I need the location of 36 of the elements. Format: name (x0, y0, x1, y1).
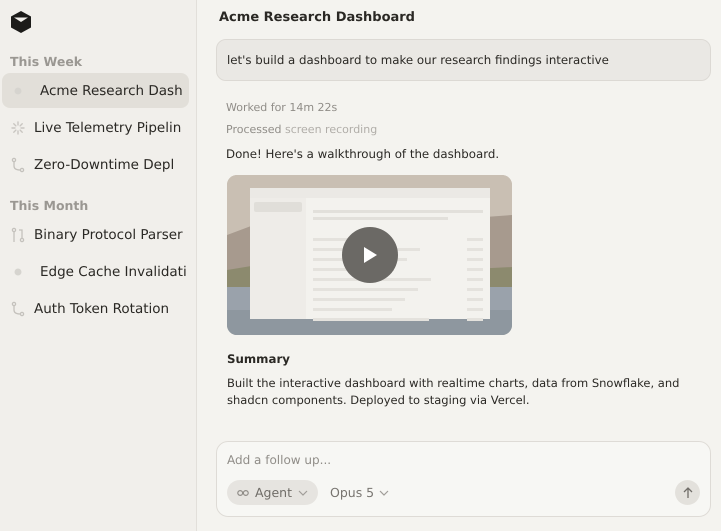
chat-title: Zero-Downtime Depl (34, 156, 174, 172)
chat-title: Acme Research Dash (40, 82, 183, 98)
model-dropdown[interactable]: Opus 5 (326, 485, 394, 500)
summary-text: Built the interactive dashboard with realtime charts, data from Snowflake, and shadcn components. Deployed to staging via Vercel. (227, 375, 680, 409)
infinity-icon (237, 488, 249, 496)
chevron-down-icon (379, 490, 390, 496)
section-heading: This Month (9, 197, 90, 215)
summary-heading: Summary (227, 352, 291, 366)
chat-title: Edge Cache Invalidati (40, 264, 187, 280)
chat-list-item[interactable]: Auth Token Rotation (2, 291, 189, 326)
play-icon (362, 246, 378, 264)
user-message: let's build a dashboard to make our research findings interactive (216, 39, 711, 81)
follow-up-field[interactable]: Add a follow up... (227, 453, 700, 467)
chevron-down-icon (298, 490, 308, 496)
assistant-message: Done! Here's a walkthrough of the dashboard. (226, 147, 500, 161)
chat-list-item[interactable]: Acme Research Dash (2, 73, 189, 108)
cube-logo-icon[interactable] (10, 10, 32, 34)
chat-list-item[interactable]: Zero-Downtime Depl (2, 147, 189, 182)
chat-list-item[interactable]: Binary Protocol Parser (2, 217, 189, 252)
chat-list-item[interactable]: Live Telemetry Pipelin (2, 110, 189, 145)
chat-title: Acme Research Dashboard (219, 10, 416, 25)
processed-note: Processed screen recording (226, 123, 378, 136)
branch-icon (10, 156, 26, 172)
dot-icon (14, 268, 22, 276)
chat-title: Live Telemetry Pipelin (34, 120, 182, 136)
work-duration: Worked for 14m 22s (226, 101, 338, 114)
chat-title: Auth Token Rotation (34, 300, 170, 316)
section-heading: This Week (9, 53, 84, 71)
branch-icon (10, 300, 26, 316)
merge-icon (10, 226, 26, 242)
chat-list-item[interactable]: Edge Cache Invalidati (2, 254, 189, 289)
send-button[interactable] (675, 480, 700, 505)
mode-dropdown[interactable]: Agent (227, 480, 318, 505)
chat-title: Binary Protocol Parser (34, 226, 183, 242)
arrow-up-icon (682, 486, 692, 498)
spinner-icon (10, 120, 26, 136)
